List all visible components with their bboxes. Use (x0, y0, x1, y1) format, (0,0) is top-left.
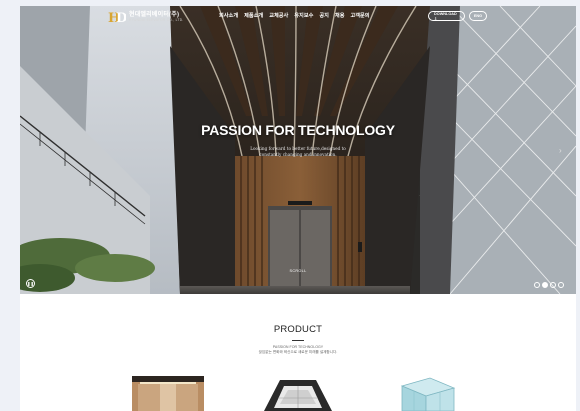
product-subtitle-ko: 끊임없는 변화와 혁신으로 새로운 미래를 설계합니다. (258, 350, 338, 354)
hero-subtitle: Looking forward to better future,designe… (20, 146, 576, 158)
nav-item-maintenance[interactable]: 유지보수 (294, 12, 313, 19)
slide-pagination (534, 282, 564, 288)
title-underline (292, 340, 304, 341)
nav-item-recruit[interactable]: 채용 (335, 12, 345, 19)
product-subtitle-en: PASSION FOR TECHNOLOGY (272, 345, 324, 349)
product-thumbnail-car-ceiling[interactable] (258, 376, 338, 411)
nav-item-replacement[interactable]: 교체공사 (269, 12, 288, 19)
product-section-title: PRODUCT (273, 324, 323, 335)
product-section: PRODUCT PASSION FOR TECHNOLOGY 끊임없는 변화와 … (20, 294, 576, 411)
hero-slider: H D 현대엘리베이터(주) HYUNDAI ELEVATOR CO., LTD… (20, 6, 576, 294)
logo-mark-icon: H D (108, 11, 126, 24)
hero-subtitle-line2: constantly changing and innovation. (259, 152, 337, 157)
logo-english-text: HYUNDAI ELEVATOR CO., LTD. (129, 17, 184, 22)
nav-item-products[interactable]: 제품소개 (244, 12, 263, 19)
company-logo[interactable]: H D 현대엘리베이터(주) HYUNDAI ELEVATOR CO., LTD… (108, 10, 184, 24)
slide-dot-1[interactable] (534, 282, 540, 288)
slide-dot-2[interactable] (542, 282, 548, 288)
logo-korean-text: 현대엘리베이터(주) (129, 11, 180, 18)
language-eng-button[interactable]: ENG (469, 11, 487, 21)
pause-icon[interactable]: ❚❚ (26, 279, 35, 288)
slide-dot-4[interactable] (558, 282, 564, 288)
product-thumbnail-passenger-elevator[interactable] (130, 376, 206, 411)
nav-item-contact[interactable]: 고객문의 (350, 12, 369, 19)
page: H D 현대엘리베이터(주) HYUNDAI ELEVATOR CO., LTD… (20, 6, 576, 411)
svg-text:D: D (116, 11, 126, 24)
nav-item-company[interactable]: 회사소개 (219, 12, 238, 19)
main-menu: 회사소개 제품소개 교체공사 유지보수 공지 채용 고객문의 (219, 12, 370, 19)
next-slide-arrow-icon[interactable]: › (559, 146, 562, 155)
slide-dot-3[interactable] (550, 282, 556, 288)
top-navigation-bar: H D 현대엘리베이터(주) HYUNDAI ELEVATOR CO., LTD… (20, 6, 576, 28)
download-button[interactable]: DOWNLOAD ⇩ (428, 11, 465, 21)
scroll-indicator[interactable]: SCROLL (20, 269, 576, 273)
nav-item-notice[interactable]: 공지 (319, 12, 329, 19)
product-thumbnail-glass-elevator[interactable] (392, 376, 462, 411)
hero-title: PASSION FOR TECHNOLOGY (201, 122, 395, 138)
